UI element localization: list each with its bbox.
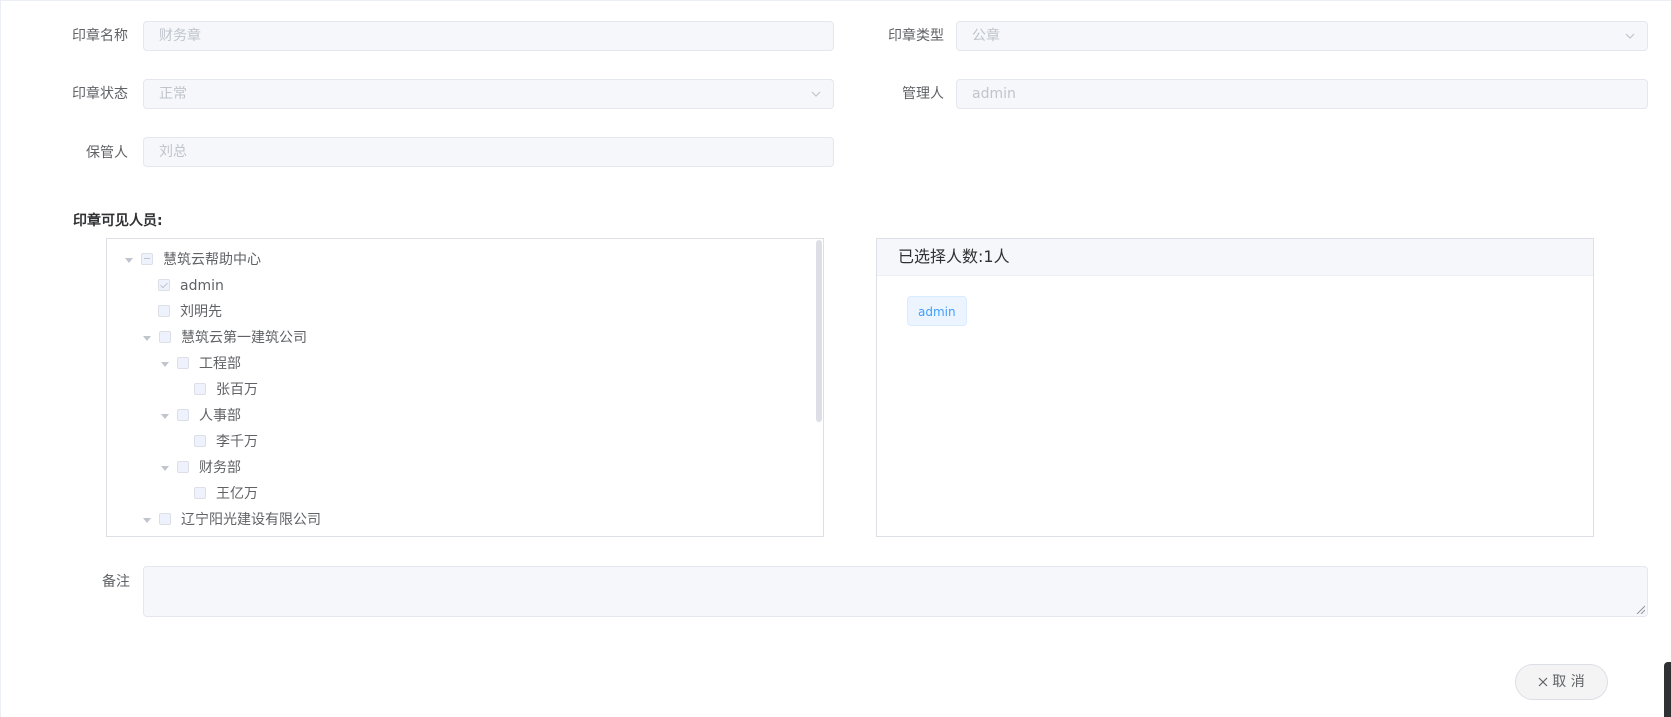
- tree-node-label: admin: [180, 278, 224, 294]
- seal-type-select[interactable]: 公章: [956, 21, 1648, 51]
- tree-node[interactable]: 人事部: [161, 403, 241, 429]
- tree-node-label: 慧筑云帮助中心: [163, 252, 261, 268]
- tree-node[interactable]: 张百万: [178, 377, 258, 403]
- tree-node-label: 张百万: [216, 382, 258, 398]
- remark-textarea[interactable]: [143, 566, 1648, 617]
- tree-node-label: 人事部: [199, 408, 241, 424]
- manager-label: 管理人: [902, 86, 944, 102]
- chevron-down-icon: [811, 91, 821, 97]
- tree-checkbox[interactable]: [194, 435, 206, 447]
- tree-checkbox[interactable]: [177, 461, 189, 473]
- visible-staff-title: 印章可见人员:: [73, 213, 163, 229]
- seal-type-label: 印章类型: [888, 28, 944, 44]
- tree-node[interactable]: 辽宁阳光建设有限公司: [143, 507, 321, 533]
- selected-panel: 已选择人数:1人 admin: [876, 238, 1594, 537]
- remark-label: 备注: [102, 574, 130, 590]
- tree-node[interactable]: 王亿万: [178, 481, 258, 507]
- tree-node[interactable]: admin: [142, 273, 224, 299]
- tree-node-label: 李千万: [216, 434, 258, 450]
- tree-node[interactable]: 慧筑云第一建筑公司: [143, 325, 307, 351]
- seal-name-input[interactable]: 财务章: [143, 21, 834, 51]
- chevron-down-icon: [1625, 33, 1635, 39]
- tree-checkbox[interactable]: [158, 305, 170, 317]
- manager-input[interactable]: admin: [956, 79, 1648, 109]
- tree-checkbox[interactable]: [159, 331, 171, 343]
- tree-node[interactable]: 李千万: [178, 429, 258, 455]
- close-icon: [1538, 677, 1548, 687]
- caret-down-icon[interactable]: [143, 335, 151, 341]
- floating-panel-edge: [1664, 662, 1671, 717]
- tree-checkbox[interactable]: [177, 409, 189, 421]
- seal-name-label: 印章名称: [72, 28, 128, 44]
- tree-checkbox[interactable]: [159, 513, 171, 525]
- tree-node-label: 王亿万: [216, 486, 258, 502]
- selected-count-header: 已选择人数:1人: [877, 239, 1593, 276]
- top-border: [0, 0, 1671, 1]
- tree-checkbox[interactable]: [158, 279, 170, 291]
- cancel-button-label: 取 消: [1552, 674, 1585, 690]
- keeper-value: 刘总: [159, 144, 187, 160]
- org-tree-panel[interactable]: 慧筑云帮助中心 admin 刘明先 慧筑云第一建筑公司 工程部 张百万 人事部 …: [106, 238, 824, 537]
- caret-down-icon[interactable]: [161, 465, 169, 471]
- left-border: [0, 0, 1, 717]
- tree-checkbox[interactable]: [141, 253, 153, 265]
- seal-name-value: 财务章: [159, 28, 201, 44]
- tree-node-label: 刘明先: [180, 304, 222, 320]
- tree-node-label: 慧筑云第一建筑公司: [181, 330, 307, 346]
- tree-checkbox[interactable]: [194, 383, 206, 395]
- tree-node[interactable]: 刘明先: [142, 299, 222, 325]
- seal-type-value: 公章: [972, 28, 1000, 44]
- caret-down-icon[interactable]: [161, 413, 169, 419]
- tree-scrollbar[interactable]: [816, 240, 822, 422]
- seal-status-label: 印章状态: [72, 86, 128, 102]
- resize-handle-icon[interactable]: [1635, 604, 1645, 614]
- caret-down-icon[interactable]: [125, 257, 133, 263]
- keeper-label: 保管人: [86, 145, 128, 161]
- seal-status-select[interactable]: 正常: [143, 79, 834, 109]
- tree-node-label: 工程部: [199, 356, 241, 372]
- tree-node[interactable]: 财务部: [161, 455, 241, 481]
- tree-node[interactable]: 慧筑云帮助中心: [125, 247, 261, 273]
- tree-checkbox[interactable]: [194, 487, 206, 499]
- cancel-button[interactable]: 取 消: [1515, 664, 1608, 700]
- tree-checkbox[interactable]: [177, 357, 189, 369]
- tree-node[interactable]: 工程部: [161, 351, 241, 377]
- caret-down-icon[interactable]: [143, 517, 151, 523]
- caret-down-icon[interactable]: [161, 361, 169, 367]
- seal-status-value: 正常: [159, 86, 187, 102]
- tree-node-label: 辽宁阳光建设有限公司: [181, 512, 321, 528]
- selected-tag[interactable]: admin: [907, 296, 967, 326]
- tree-node-label: 财务部: [199, 460, 241, 476]
- keeper-input[interactable]: 刘总: [143, 137, 834, 167]
- manager-value: admin: [972, 86, 1016, 102]
